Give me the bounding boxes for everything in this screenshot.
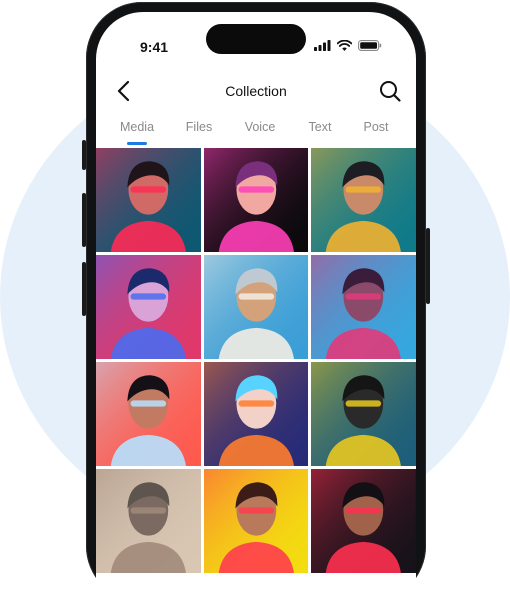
media-image bbox=[311, 362, 416, 466]
tab-bar: Media Files Voice Text Post bbox=[96, 120, 416, 148]
tab-files-label: Files bbox=[185, 120, 213, 134]
tab-voice[interactable]: Voice bbox=[245, 120, 276, 134]
phone-power-button bbox=[426, 228, 430, 304]
media-image bbox=[311, 469, 416, 573]
tab-text[interactable]: Text bbox=[309, 120, 332, 134]
signal-icon bbox=[314, 40, 331, 51]
media-thumbnail[interactable] bbox=[311, 255, 416, 359]
media-thumbnail[interactable] bbox=[203, 469, 309, 573]
media-thumbnail[interactable] bbox=[96, 148, 201, 252]
search-button[interactable] bbox=[378, 79, 402, 103]
page-title: Collection bbox=[225, 83, 287, 99]
media-thumbnail[interactable] bbox=[96, 255, 201, 359]
media-image bbox=[203, 148, 309, 252]
media-image bbox=[96, 469, 201, 573]
status-icons bbox=[314, 40, 382, 51]
dynamic-island bbox=[206, 24, 306, 54]
media-image bbox=[96, 362, 201, 466]
media-thumbnail[interactable] bbox=[311, 362, 416, 466]
tab-voice-label: Voice bbox=[244, 120, 276, 134]
media-image bbox=[311, 148, 416, 252]
tab-post[interactable]: Post bbox=[363, 120, 388, 134]
media-thumbnail[interactable] bbox=[311, 469, 416, 573]
search-icon bbox=[380, 81, 401, 102]
media-image bbox=[311, 255, 416, 359]
status-time: 9:41 bbox=[140, 39, 169, 55]
phone-screen: 9:41 Collection Media Files Voice Text P… bbox=[96, 12, 416, 602]
media-thumbnail[interactable] bbox=[203, 362, 309, 466]
tab-media[interactable]: Media bbox=[119, 120, 155, 145]
media-image bbox=[203, 469, 309, 573]
media-image bbox=[96, 148, 201, 252]
tab-text-label: Text bbox=[308, 120, 332, 134]
wifi-icon bbox=[337, 40, 352, 51]
battery-icon bbox=[358, 40, 382, 51]
media-image bbox=[96, 255, 201, 359]
tab-active-indicator bbox=[126, 142, 147, 145]
media-thumbnail[interactable] bbox=[203, 255, 309, 359]
media-image bbox=[203, 362, 309, 466]
tab-media-label: Media bbox=[119, 120, 155, 134]
tab-files[interactable]: Files bbox=[186, 120, 212, 134]
phone-frame: 9:41 Collection Media Files Voice Text P… bbox=[86, 2, 426, 602]
media-thumbnail[interactable] bbox=[203, 148, 309, 252]
media-image bbox=[203, 255, 309, 359]
media-thumbnail[interactable] bbox=[311, 148, 416, 252]
media-thumbnail[interactable] bbox=[96, 469, 201, 573]
tab-post-label: Post bbox=[363, 120, 389, 134]
media-thumbnail[interactable] bbox=[96, 362, 201, 466]
media-grid bbox=[96, 148, 416, 573]
